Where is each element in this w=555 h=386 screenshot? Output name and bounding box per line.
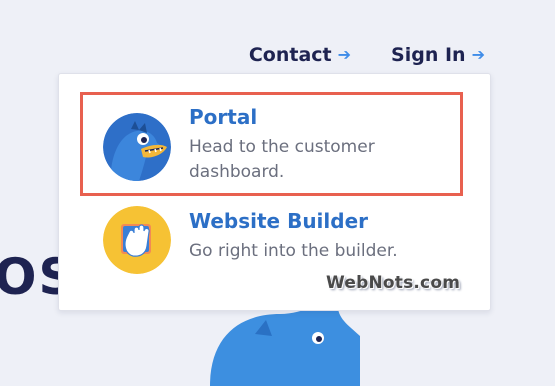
watermark-text: WebNots.com — [326, 273, 461, 293]
builder-hand-icon — [103, 206, 171, 274]
menu-item-description: Head to the customer dashboard. — [189, 137, 375, 182]
sign-in-link[interactable]: Sign In ➔ — [391, 44, 485, 66]
sign-in-label: Sign In — [391, 44, 466, 66]
contact-label: Contact — [248, 44, 332, 66]
menu-item-title: Portal — [189, 105, 258, 129]
menu-item-portal[interactable]: Portal Head to the customer dashboard. — [83, 94, 465, 198]
arrow-right-icon: ➔ — [471, 45, 485, 64]
top-nav: Contact ➔ Sign In ➔ — [249, 44, 485, 66]
gator-mascot-icon — [103, 113, 171, 181]
menu-item-description: Go right into the builder. — [189, 241, 398, 261]
arrow-right-icon: ➔ — [337, 45, 352, 64]
contact-link[interactable]: Contact ➔ — [249, 44, 351, 66]
menu-item-title: Website Builder — [189, 209, 369, 233]
